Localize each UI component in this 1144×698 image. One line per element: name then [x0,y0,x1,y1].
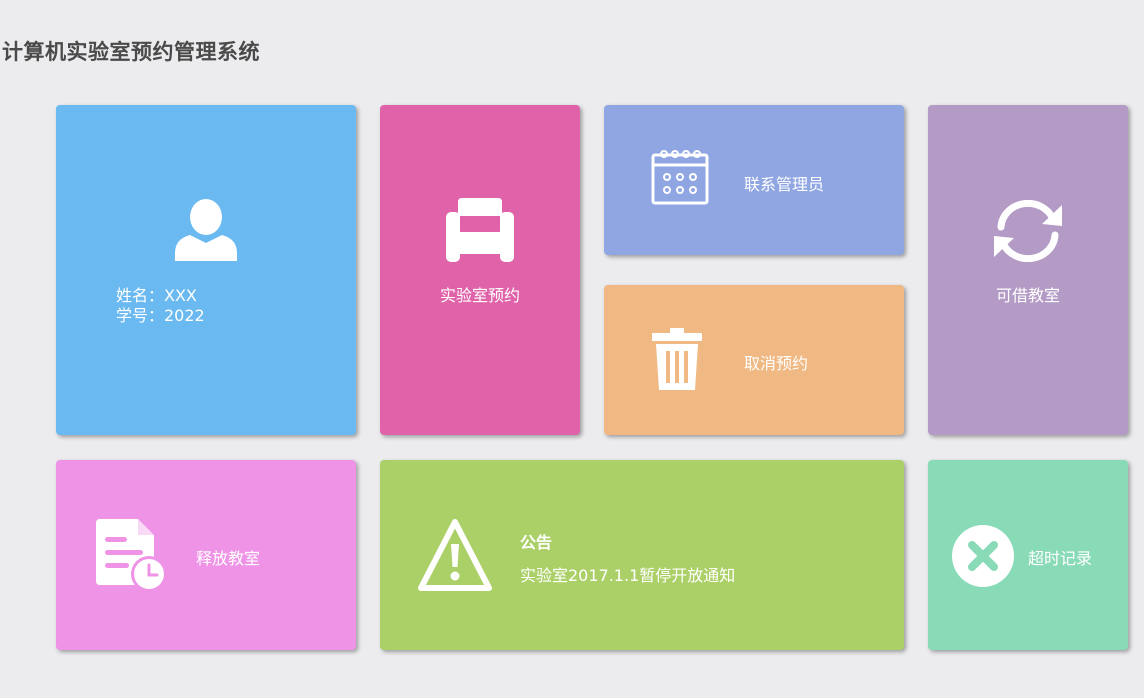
overdue-records-tile[interactable]: 超时记录 [928,460,1128,650]
notice-tile[interactable]: 公告 实验室2017.1.1暂停开放通知 [380,460,904,650]
close-circle-icon [951,524,1015,588]
refresh-icon [991,200,1065,262]
calendar-icon [651,149,709,205]
trash-icon [652,328,702,390]
user-icon [173,198,239,262]
notice-title: 公告 [520,533,553,552]
armchair-icon [446,198,514,262]
student-id: 学号：2022 [116,306,205,325]
lab-reservation-label: 实验室预约 [439,286,520,305]
notice-text[interactable]: 实验室2017.1.1暂停开放通知 [520,562,735,586]
profile-tile[interactable]: 姓名：XXX 学号：2022 [56,105,356,435]
cancel-reservation-label: 取消预约 [744,354,809,373]
overdue-records-label: 超时记录 [1028,549,1093,568]
document-clock-icon [96,519,168,591]
available-classrooms-label: 可借教室 [995,286,1060,305]
release-classroom-label: 释放教室 [196,549,261,568]
release-classroom-tile[interactable]: 释放教室 [56,460,356,650]
lab-reservation-tile[interactable]: 实验室预约 [380,105,580,435]
available-classrooms-tile[interactable]: 可借教室 [928,105,1128,435]
cancel-reservation-tile[interactable]: 取消预约 [604,285,904,435]
warning-icon [418,518,492,592]
contact-admin-label: 联系管理员 [744,175,825,194]
contact-admin-tile[interactable]: 联系管理员 [604,105,904,255]
page-title: 计算机实验室预约管理系统 [2,40,260,64]
